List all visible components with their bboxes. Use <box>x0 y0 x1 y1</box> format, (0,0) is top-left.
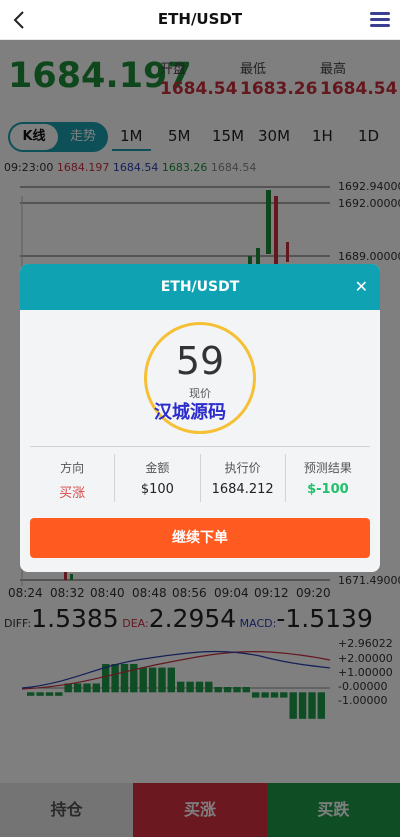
order-result-modal: ETH/USDT ✕ 59 现价 汉城源码 方向 买涨 金额 $100 执行价 … <box>20 264 380 572</box>
countdown-value: 59 <box>175 339 225 383</box>
modal-divider <box>30 446 370 447</box>
modal-title: ETH/USDT <box>160 279 240 295</box>
continue-order-button[interactable]: 继续下单 <box>30 518 370 558</box>
watermark-text: 汉城源码 <box>154 402 226 423</box>
detail-value: $-100 <box>307 482 349 497</box>
app-root: ETH/USDT 1684.197 开盘 1684.54 最低 1683.26 … <box>0 0 400 837</box>
detail-result: 预测结果 $-100 <box>286 454 370 502</box>
order-details: 方向 买涨 金额 $100 执行价 1684.212 预测结果 $-100 <box>30 454 370 502</box>
detail-amount: 金额 $100 <box>115 454 201 502</box>
detail-label: 金额 <box>145 461 170 475</box>
detail-label: 预测结果 <box>303 461 352 475</box>
close-icon[interactable]: ✕ <box>355 264 368 310</box>
detail-label: 执行价 <box>224 461 261 475</box>
menu-icon[interactable] <box>370 12 390 30</box>
top-bar: ETH/USDT <box>0 0 400 40</box>
page-title: ETH/USDT <box>157 10 243 28</box>
detail-value: $100 <box>140 482 174 497</box>
detail-value: 1684.212 <box>211 482 274 497</box>
modal-header: ETH/USDT ✕ <box>20 264 380 310</box>
detail-label: 方向 <box>60 461 85 475</box>
detail-exec-price: 执行价 1684.212 <box>201 454 286 502</box>
detail-value: 买涨 <box>59 486 86 501</box>
detail-direction: 方向 买涨 <box>30 454 116 502</box>
